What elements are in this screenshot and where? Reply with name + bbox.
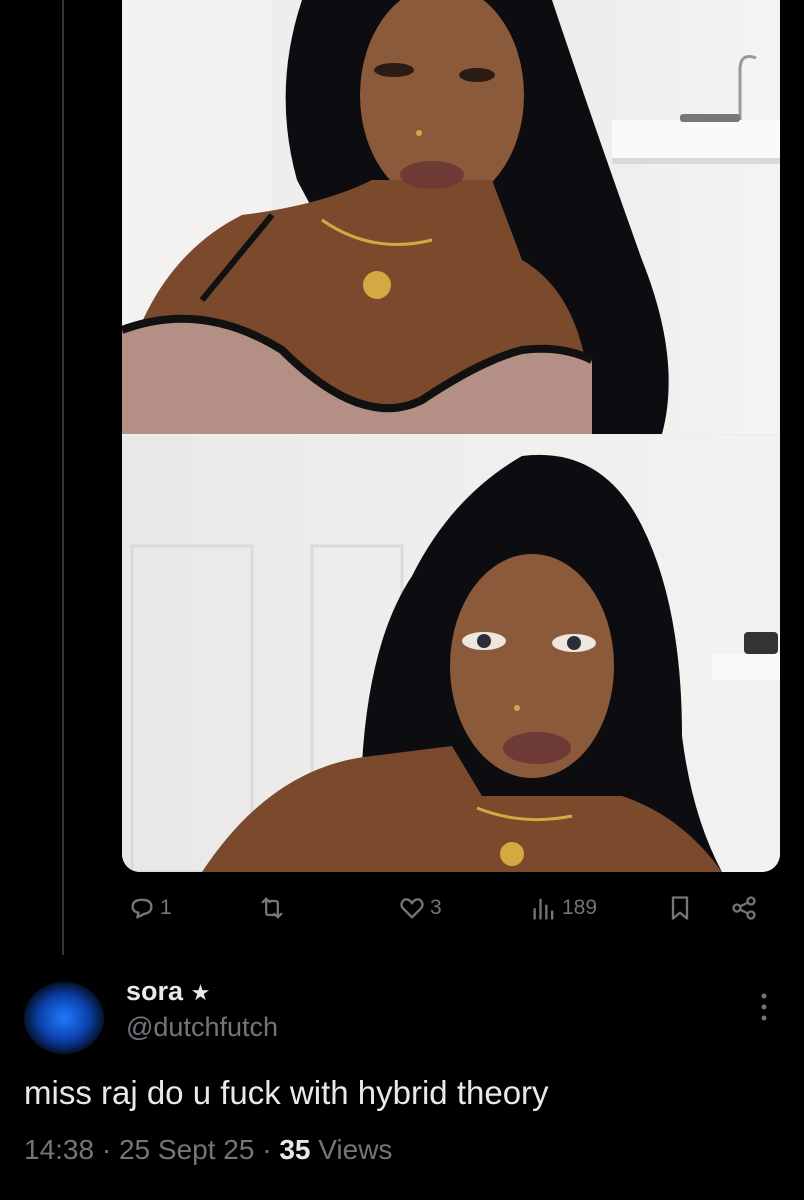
post-time[interactable]: 14:38 bbox=[24, 1134, 94, 1165]
share-icon bbox=[732, 896, 756, 920]
post-date[interactable]: 25 Sept 25 bbox=[119, 1134, 254, 1165]
views-label: Views bbox=[318, 1134, 393, 1165]
reply-count: 1 bbox=[160, 896, 172, 919]
bookmark-icon bbox=[671, 896, 689, 920]
view-count: 189 bbox=[562, 896, 598, 919]
reply-text: miss raj do u fuck with hybrid theory bbox=[24, 1074, 549, 1111]
media-photo-2[interactable] bbox=[122, 436, 780, 872]
thread-connector-line bbox=[62, 0, 64, 955]
reply-icon bbox=[131, 898, 153, 919]
name-star-icon: ★ bbox=[190, 980, 211, 1005]
meta-separator: · bbox=[101, 1134, 112, 1165]
display-name[interactable]: sora ★ bbox=[126, 976, 210, 1007]
media-photo-1[interactable] bbox=[122, 0, 780, 434]
like-icon bbox=[400, 898, 424, 919]
media-grid[interactable] bbox=[122, 0, 780, 872]
reply-button[interactable]: 1 bbox=[128, 894, 172, 922]
post-action-bar: 1 3 189 bbox=[122, 894, 772, 934]
display-name-text: sora bbox=[126, 976, 184, 1006]
photo-2-illustration bbox=[130, 454, 780, 872]
share-button[interactable] bbox=[730, 894, 758, 922]
post-meta: 14:38 · 25 Sept 25 · 35 Views bbox=[24, 1134, 392, 1166]
avatar[interactable] bbox=[24, 982, 104, 1054]
views-count: 35 bbox=[279, 1134, 311, 1165]
like-button[interactable]: 3 bbox=[398, 894, 442, 922]
like-count: 3 bbox=[430, 896, 442, 919]
views-button[interactable]: 189 bbox=[530, 894, 597, 922]
meta-separator: · bbox=[262, 1134, 272, 1165]
photo-1-illustration bbox=[122, 0, 780, 434]
bookmark-button[interactable] bbox=[666, 894, 694, 922]
more-options-icon[interactable] bbox=[754, 990, 774, 1024]
retweet-icon bbox=[261, 897, 283, 919]
views-icon bbox=[533, 898, 554, 920]
retweet-button[interactable] bbox=[258, 894, 286, 922]
user-handle[interactable]: @dutchfutch bbox=[126, 1012, 278, 1043]
